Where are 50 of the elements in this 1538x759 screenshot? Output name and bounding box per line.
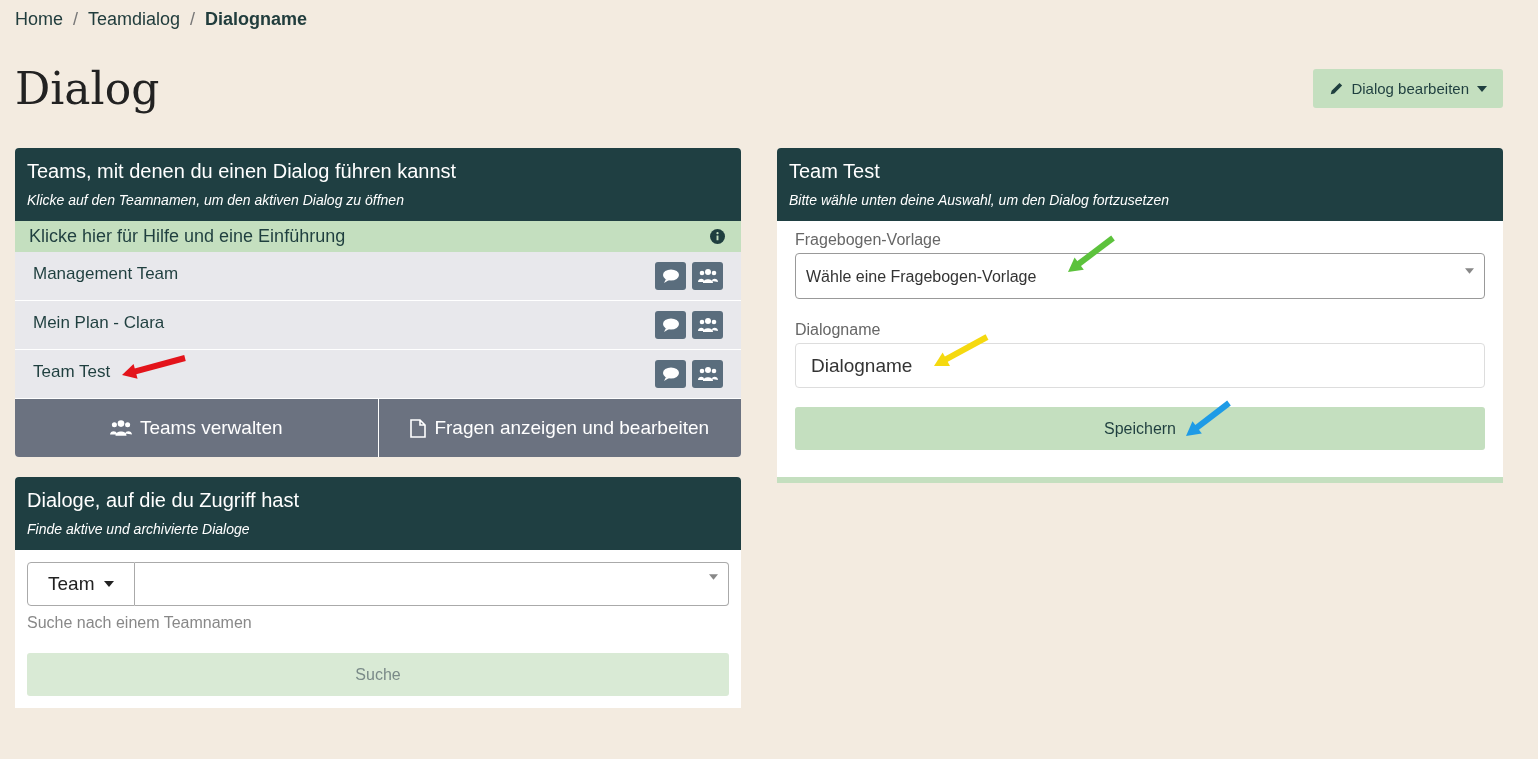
- chat-button[interactable]: [655, 311, 686, 339]
- caret-icon: [104, 581, 115, 587]
- group-icon: [697, 317, 718, 333]
- card-title: Team Test: [789, 160, 881, 183]
- team-filter-dropdown[interactable]: Team: [27, 562, 136, 606]
- team-row[interactable]: Management Team: [15, 252, 741, 301]
- team-row[interactable]: Mein Plan - Clara: [15, 301, 741, 350]
- field-label: Fragebogen-Vorlage: [795, 231, 942, 249]
- card-subtitle: Bitte wähle unten deine Auswahl, um den Dialog fortzusetzen: [789, 192, 1171, 208]
- help-bar[interactable]: Klicke hier für Hilfe und eine Einführung: [15, 221, 741, 252]
- breadcrumb-item[interactable]: Teamdialog: [88, 9, 181, 30]
- caret-icon: [709, 574, 718, 580]
- caret-icon: [1477, 85, 1487, 92]
- breadcrumb-item[interactable]: Home: [15, 9, 63, 30]
- save-button[interactable]: Speichern: [795, 407, 1485, 450]
- group-icon: [697, 366, 718, 382]
- group-icon: [109, 419, 132, 437]
- questions-button[interactable]: Fragen anzeigen und bearbeiten: [377, 399, 741, 457]
- group-icon: [697, 268, 718, 284]
- field-label: Dialogname: [795, 321, 882, 339]
- team-name[interactable]: Team Test: [33, 362, 111, 382]
- team-name[interactable]: Mein Plan - Clara: [33, 313, 165, 333]
- card-title: Dialoge, auf die du Zugriff hast: [27, 489, 301, 512]
- card-subtitle: Klicke auf den Teamnamen, um den aktiven Dialog zu öffnen: [27, 192, 405, 208]
- group-button[interactable]: [692, 262, 723, 290]
- caret-icon: [1465, 268, 1474, 274]
- breadcrumb-item: Dialogname: [205, 9, 308, 30]
- page-title: Dialog: [15, 63, 160, 114]
- chat-button[interactable]: [655, 262, 686, 290]
- pencil-icon: [1329, 81, 1344, 96]
- chat-icon: [661, 318, 680, 332]
- team-name[interactable]: Management Team: [33, 264, 179, 284]
- team-row[interactable]: Team Test: [15, 350, 741, 399]
- template-select[interactable]: Wähle eine Fragebogen-Vorlage: [795, 253, 1485, 299]
- group-button[interactable]: [692, 360, 723, 388]
- edit-dialog-button[interactable]: Dialog bearbeiten: [1313, 69, 1503, 108]
- info-icon: [710, 229, 725, 244]
- card-subtitle: Finde aktive und archivierte Dialoge: [27, 521, 251, 537]
- document-icon: [410, 418, 427, 438]
- chat-icon: [661, 367, 680, 381]
- dialog-name-input[interactable]: Dialogname: [795, 343, 1485, 388]
- breadcrumb-separator: /: [73, 9, 79, 30]
- manage-teams-button[interactable]: Teams verwalten: [15, 399, 378, 457]
- chat-icon: [661, 269, 680, 283]
- help-text: Suche nach einem Teamnamen: [27, 614, 253, 632]
- breadcrumb-separator: /: [190, 9, 196, 30]
- chat-button[interactable]: [655, 360, 686, 388]
- card-title: Teams, mit denen du einen Dialog führen kannst: [27, 160, 458, 183]
- group-button[interactable]: [692, 311, 723, 339]
- help-text[interactable]: Klicke hier für Hilfe und eine Einführung: [29, 226, 346, 247]
